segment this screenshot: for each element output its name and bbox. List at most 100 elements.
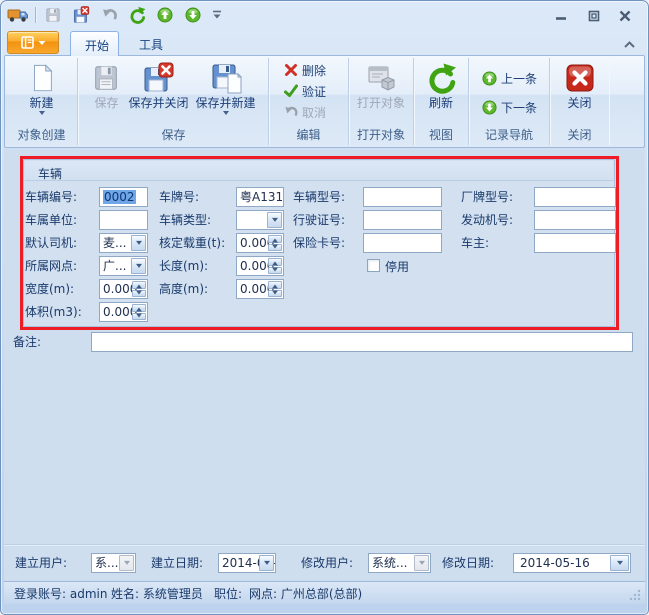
vehicle-no-input[interactable]: 0002 [99,187,148,207]
refresh-icon[interactable] [126,5,148,25]
ribbon-group-save: 保存 保存并关闭 [79,58,269,145]
volume-spinner[interactable]: 0.000 [99,302,148,322]
vehicle-type-combo[interactable] [236,210,284,230]
dropdown-caret-icon [223,111,229,118]
height-label: 高度(m): [159,282,208,296]
ribbon-group-record-nav: 上一条 下一条 记录导航 [469,58,550,145]
group-label: 编辑 [269,126,348,143]
remark-input[interactable] [91,332,633,352]
tab-start[interactable]: 开始 [70,31,119,56]
status-position: 职位: [214,587,242,601]
dropdown-button[interactable] [131,235,146,251]
driving-license-label: 行驶证号: [293,213,345,227]
modified-by-combo[interactable]: 系统... [368,553,431,573]
close-button[interactable]: 关闭 [561,60,599,110]
delete-button[interactable]: 删除 [281,60,329,80]
chevron-up-icon[interactable] [622,39,637,50]
owner-unit-label: 车属单位: [25,213,77,227]
brand-model-label: 厂牌型号: [461,190,513,204]
app-menu-icon [21,36,35,49]
undo-icon[interactable] [98,5,120,25]
cancel-button[interactable]: 取消 [281,102,329,122]
refresh-icon [425,62,457,94]
dropdown-button[interactable] [414,555,429,571]
chevron-down-icon [38,40,46,46]
delete-x-icon [284,63,298,77]
save-icon[interactable] [42,5,64,25]
application-menu-button[interactable] [7,31,59,54]
created-date-combo[interactable]: 2014-05-16 [218,553,276,573]
branch-combo[interactable]: 广... [99,256,148,276]
owner-label: 车主: [461,236,489,250]
disabled-checkbox[interactable] [367,259,380,272]
modified-by-label: 修改用户: [301,556,353,570]
qat-overflow-icon[interactable] [210,5,224,25]
status-login: 登录账号: admin [14,587,107,601]
previous-record-button[interactable]: 上一条 [479,68,540,88]
check-icon [284,84,298,98]
spin-buttons[interactable] [268,235,282,251]
record-up-icon[interactable] [154,5,176,25]
plate-no-label: 车牌号: [159,190,199,204]
resize-grip[interactable] [628,588,641,601]
save-close-icon[interactable] [70,5,92,25]
width-label: 宽度(m): [25,282,74,296]
created-by-combo[interactable]: 系... [91,553,136,573]
length-spinner[interactable]: 0.000 [236,256,284,276]
brand-model-input[interactable] [534,187,616,207]
quick-access-toolbar [7,5,224,25]
default-driver-label: 默认司机: [25,236,77,250]
ribbon: 新建 对象创建 保存 [4,55,645,148]
open-object-button[interactable]: 打开对象 [354,60,408,110]
floppy-gray-icon [91,62,121,94]
model-input[interactable] [363,187,442,207]
vehicle-type-label: 车辆类型: [159,213,211,227]
vehicle-form: 车辆 车辆编号: 0002 车牌号: 粤A1314 车辆型号: 厂牌型号: 车属… [4,148,645,581]
load-capacity-spinner[interactable]: 0.000 [236,233,284,253]
dropdown-button[interactable] [131,258,146,274]
height-spinner[interactable]: 0.000 [236,279,284,299]
restore-button[interactable] [585,9,603,23]
spin-buttons[interactable] [268,258,282,274]
ribbon-group-edit: 删除 验证 取消 编辑 [269,58,349,145]
owner-input[interactable] [534,233,616,253]
save-and-close-button[interactable]: 保存并关闭 [125,60,191,110]
plate-no-input[interactable]: 粤A1314 [236,187,284,207]
validate-button[interactable]: 验证 [281,81,329,101]
spin-buttons[interactable] [268,281,282,297]
spin-buttons[interactable] [132,281,146,297]
ribbon-group-close: 关闭 关闭 [550,58,609,145]
record-down-icon[interactable] [182,5,204,25]
spin-buttons[interactable] [132,304,146,320]
dropdown-button[interactable] [267,212,282,228]
refresh-button[interactable]: 刷新 [422,60,460,110]
branch-label: 所属网点: [25,259,77,273]
insurance-no-input[interactable] [363,233,442,253]
record-up-icon [482,71,497,86]
ribbon-group-object-create: 新建 对象创建 [6,58,78,145]
engine-no-label: 发动机号: [461,213,513,227]
close-window-button[interactable] [616,9,634,23]
modified-date-combo[interactable]: 2014-05-16 [513,553,631,573]
driving-license-input[interactable] [363,210,442,230]
remark-label: 备注: [13,335,41,349]
status-bar: 登录账号: admin 姓名: 系统管理员 职位: 网点: 广州总部(总部) [4,581,645,604]
dropdown-button[interactable] [119,555,134,571]
tab-tools[interactable]: 工具 [125,31,173,56]
dropdown-button[interactable] [259,555,274,571]
dropdown-button[interactable] [610,555,629,571]
floppy-close-icon [142,62,174,94]
save-and-new-button[interactable]: 保存并新建 [193,60,259,118]
width-spinner[interactable]: 0.000 [99,279,148,299]
next-record-button[interactable]: 下一条 [479,97,540,117]
insurance-no-label: 保险卡号: [293,236,345,250]
volume-label: 体积(m3): [25,305,82,319]
minimize-button[interactable] [552,9,570,23]
owner-unit-input[interactable] [99,210,148,230]
vehicle-no-label: 车辆编号: [25,190,77,204]
default-driver-combo[interactable]: 麦... [99,233,148,253]
group-label: 保存 [79,126,268,143]
save-button[interactable]: 保存 [88,60,124,110]
new-button[interactable]: 新建 [24,60,60,118]
engine-no-input[interactable] [534,210,616,230]
